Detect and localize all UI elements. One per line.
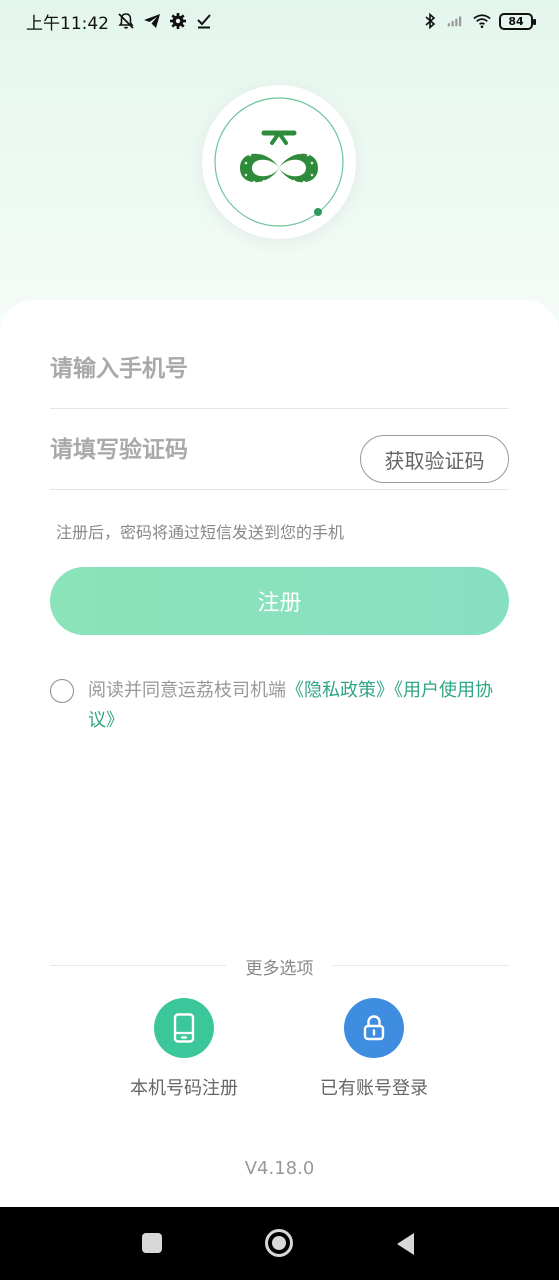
home-button[interactable]	[264, 1228, 294, 1258]
gear-icon	[169, 12, 187, 30]
get-code-button[interactable]: 获取验证码	[360, 435, 509, 483]
phone-field	[50, 329, 509, 409]
wifi-icon	[473, 12, 491, 30]
lock-icon	[363, 1015, 385, 1041]
account-login-label: 已有账号登录	[320, 1078, 428, 1099]
account-login-option[interactable]: 已有账号登录	[294, 998, 454, 1100]
system-nav-bar	[0, 1207, 559, 1280]
recent-apps-button[interactable]	[140, 1231, 164, 1255]
back-button[interactable]	[394, 1231, 418, 1257]
bicycle-logo-icon	[214, 97, 344, 227]
bluetooth-icon	[421, 12, 439, 30]
local-register-label: 本机号码注册	[130, 1078, 238, 1099]
account-login-circle[interactable]	[344, 998, 404, 1058]
version-label: V4.18.0	[244, 1158, 315, 1179]
code-input[interactable]	[50, 430, 350, 470]
agreement-text: 阅读并同意运荔枝司机端《隐私政策》《用户使用协议》	[88, 676, 508, 736]
local-register-circle[interactable]	[154, 998, 214, 1058]
back-triangle-icon	[397, 1233, 414, 1255]
app-logo	[202, 85, 356, 239]
mute-icon	[117, 12, 135, 30]
status-bar: 上午11:42 84	[0, 0, 559, 42]
more-options-title: 更多选项	[245, 959, 314, 979]
divider-right	[333, 965, 509, 966]
privacy-policy-link[interactable]: 《隐私政策》	[286, 680, 394, 701]
status-left: 上午11:42	[26, 9, 213, 34]
telegram-icon	[143, 12, 161, 30]
phone-input[interactable]	[50, 349, 350, 389]
status-time: 上午11:42	[26, 13, 109, 34]
check-icon	[195, 12, 213, 30]
code-field: 获取验证码	[50, 410, 509, 490]
agreement-prefix: 阅读并同意运荔枝司机端	[88, 680, 286, 701]
battery-indicator: 84	[499, 12, 536, 30]
signal-icon	[447, 12, 465, 30]
register-button[interactable]: 注册	[50, 567, 509, 635]
home-circle-icon	[265, 1229, 293, 1257]
phone-icon	[173, 1013, 195, 1043]
local-number-register-option[interactable]: 本机号码注册	[104, 998, 264, 1100]
agree-checkbox[interactable]	[50, 679, 74, 703]
status-right: 84	[421, 12, 536, 30]
sms-hint: 注册后，密码将通过短信发送到您的手机	[56, 523, 345, 542]
square-icon	[142, 1233, 162, 1253]
more-options-divider: 更多选项	[50, 952, 509, 980]
